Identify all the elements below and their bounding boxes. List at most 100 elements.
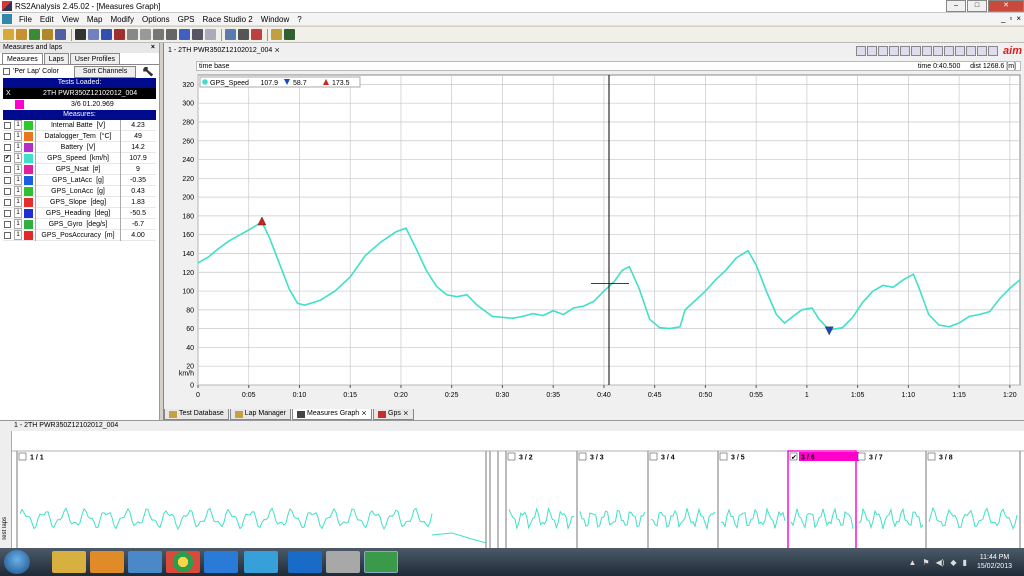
measure-color-swatch[interactable] xyxy=(24,165,33,174)
measure-row[interactable]: 1 GPS_Slope [deg] 1.83 xyxy=(3,197,156,208)
wrench-icon[interactable] xyxy=(143,66,154,77)
signal-icon[interactable]: ▮ xyxy=(963,558,967,567)
sort-channels-button[interactable]: Sort Channels xyxy=(73,65,137,78)
measure-color-swatch[interactable] xyxy=(24,121,33,130)
gauge-icon[interactable] xyxy=(166,29,177,40)
network-icon[interactable]: ▲ xyxy=(908,558,916,567)
grid-icon[interactable] xyxy=(922,46,933,56)
measure-checkbox[interactable] xyxy=(4,210,11,217)
open-folder-icon[interactable] xyxy=(3,29,14,40)
measure-color-swatch[interactable] xyxy=(24,154,33,163)
lap-label[interactable]: 1 / 1 xyxy=(30,455,44,462)
measure-color-swatch[interactable] xyxy=(24,209,33,218)
tab-measures[interactable]: Measures xyxy=(2,53,43,64)
track-icon[interactable] xyxy=(179,29,190,40)
menu-race-studio[interactable]: Race Studio 2 xyxy=(199,15,257,24)
math-icon[interactable] xyxy=(251,29,262,40)
measure-row[interactable]: 1 Datalogger_Tem [°C] 49 xyxy=(3,131,156,142)
lap-checkbox[interactable] xyxy=(578,452,587,461)
close-button[interactable]: ✕ xyxy=(988,0,1024,12)
measure-row[interactable]: 1 GPS_LonAcc [g] 0.43 xyxy=(3,186,156,197)
split-view-icon[interactable] xyxy=(966,46,977,56)
tab-close-icon[interactable]: ⨯ xyxy=(274,47,280,54)
tab-user-profiles[interactable]: User Profiles xyxy=(69,53,120,64)
lap-label[interactable]: 3 / 4 xyxy=(661,455,675,462)
lap-checkbox[interactable] xyxy=(649,452,658,461)
lap-checkbox[interactable] xyxy=(18,452,27,461)
split-icon[interactable] xyxy=(205,29,216,40)
explorer-icon[interactable] xyxy=(52,551,86,573)
measure-row[interactable]: ✔ 1 GPS_Speed [km/h] 107.9 xyxy=(3,153,156,164)
tab-measures-graph[interactable]: Measures Graph ⨯ xyxy=(292,409,373,420)
menu-help[interactable]: ? xyxy=(293,15,305,24)
measure-row[interactable]: 1 GPS_Heading [deg] -50.5 xyxy=(3,208,156,219)
import-icon[interactable] xyxy=(42,29,53,40)
lap-label[interactable]: 3 / 2 xyxy=(519,455,533,462)
graph-icon[interactable] xyxy=(101,29,112,40)
mdi-restore-button[interactable]: ▫ xyxy=(1009,14,1012,23)
measure-row[interactable]: 1 Internal Batte [V] 4.23 xyxy=(3,120,156,131)
menu-modify[interactable]: Modify xyxy=(106,15,138,24)
measure-color-swatch[interactable] xyxy=(24,187,33,196)
minimize-button[interactable]: – xyxy=(946,0,966,12)
filter-icon[interactable] xyxy=(271,29,282,40)
print-icon[interactable] xyxy=(238,29,249,40)
speed-chart[interactable]: 0 20 40 60 80 100 120 140 160 180 200 220 240 260 280 3… xyxy=(164,71,1024,411)
measure-checkbox[interactable] xyxy=(4,144,11,151)
channels-icon[interactable] xyxy=(140,29,151,40)
lap-checkbox[interactable] xyxy=(927,452,936,461)
measure-row[interactable]: 1 GPS_Gyro [deg/s] -6.7 xyxy=(3,219,156,230)
settings-icon[interactable] xyxy=(988,46,999,56)
measure-color-swatch[interactable] xyxy=(24,143,33,152)
measure-color-swatch[interactable] xyxy=(24,198,33,207)
menu-file[interactable]: File xyxy=(15,15,36,24)
print-preview-icon[interactable] xyxy=(225,29,236,40)
measures-icon[interactable] xyxy=(88,29,99,40)
zoom-in-icon[interactable] xyxy=(856,46,867,56)
overlay-icon[interactable] xyxy=(933,46,944,56)
mdi-minimize-button[interactable]: _ xyxy=(1001,14,1005,23)
measure-row[interactable]: 1 Battery [V] 14.2 xyxy=(3,142,156,153)
open-test-icon[interactable] xyxy=(16,29,27,40)
measure-checkbox[interactable] xyxy=(4,177,11,184)
tab-test-database[interactable]: Test Database xyxy=(164,409,229,420)
media-player-icon[interactable] xyxy=(90,551,124,573)
laps-overview-chart[interactable]: 1 / 1 3 / 2 3 / 3 3 / 4 3 / 5 ✔ 3 / 6 3 / 7 3 / … xyxy=(12,431,1024,549)
measure-checkbox[interactable] xyxy=(4,188,11,195)
laps-test-tab[interactable]: 1 - 2TH PWR350Z12102012_004 xyxy=(0,421,1024,431)
lap-icon[interactable] xyxy=(192,29,203,40)
lap-label[interactable]: 3 / 7 xyxy=(869,455,883,462)
list-view-icon[interactable] xyxy=(977,46,988,56)
chrome-icon[interactable] xyxy=(166,551,200,573)
menu-edit[interactable]: Edit xyxy=(36,15,58,24)
measure-color-swatch[interactable] xyxy=(24,132,33,141)
selected-lap-row[interactable]: 3/6 01.20.969 xyxy=(3,99,156,110)
markers-icon[interactable] xyxy=(944,46,955,56)
remove-test-button[interactable]: X xyxy=(6,88,11,99)
document-icon[interactable] xyxy=(2,14,12,24)
lap-checkbox[interactable] xyxy=(507,452,516,461)
measure-row[interactable]: 1 GPS_PosAccuracy [m] 4.00 xyxy=(3,230,156,241)
tab-lap-manager[interactable]: Lap Manager xyxy=(229,409,292,420)
internet-explorer-icon[interactable] xyxy=(204,551,238,573)
tab-gps[interactable]: Gps ⨯ xyxy=(373,409,414,420)
menu-window[interactable]: Window xyxy=(257,15,293,24)
app-blue-icon[interactable] xyxy=(288,551,322,573)
video-icon[interactable] xyxy=(284,29,295,40)
download-icon[interactable] xyxy=(29,29,40,40)
layout-icon[interactable] xyxy=(955,46,966,56)
measure-row[interactable]: 1 GPS_Nsat [#] 9 xyxy=(3,164,156,175)
menu-view[interactable]: View xyxy=(58,15,83,24)
measure-checkbox[interactable] xyxy=(4,122,11,129)
maximize-button[interactable]: □ xyxy=(967,0,987,12)
measure-color-swatch[interactable] xyxy=(24,176,33,185)
table-icon[interactable] xyxy=(127,29,138,40)
measure-checkbox[interactable]: ✔ xyxy=(4,155,11,162)
lap-label[interactable]: 3 / 3 xyxy=(590,455,604,462)
zoom-back-icon[interactable] xyxy=(889,46,900,56)
measure-checkbox[interactable] xyxy=(4,232,11,239)
zoom-x-icon[interactable] xyxy=(900,46,911,56)
shield-icon[interactable]: ◆ xyxy=(950,558,956,567)
flag-icon[interactable]: ⚑ xyxy=(922,558,929,567)
race-studio-icon[interactable] xyxy=(326,551,360,573)
